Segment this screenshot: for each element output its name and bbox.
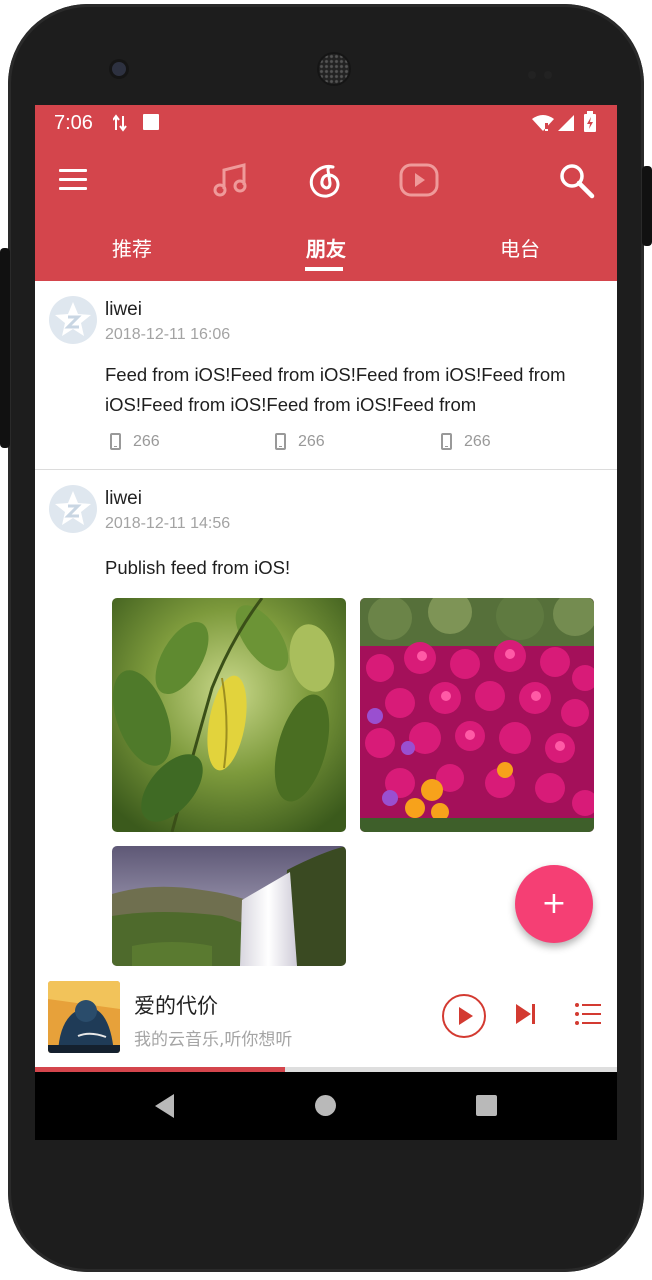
avatar[interactable] [49, 296, 97, 344]
video-play-icon[interactable] [397, 159, 441, 203]
system-nav-bar [35, 1072, 617, 1140]
wifi-icon [532, 115, 554, 131]
cell-signal-icon [558, 115, 574, 131]
music-note-icon[interactable] [210, 159, 254, 203]
album-cover[interactable] [48, 981, 120, 1053]
app-screen: 7:06 推荐 朋友 电台 liwei 2018-12-11 16:06 Fee… [35, 105, 617, 1140]
tab-radio[interactable]: 电台 [423, 229, 617, 281]
tab-label: 朋友 [306, 237, 346, 261]
phone-icon [275, 433, 286, 451]
stat-item[interactable]: 266 [110, 433, 160, 451]
post-text: Feed from iOS!Feed from iOS!Feed from iO… [105, 364, 566, 415]
avatar-star-icon [55, 302, 91, 336]
home-icon[interactable] [315, 1095, 336, 1116]
tab-indicator [305, 267, 343, 271]
power-button [642, 166, 652, 246]
menu-icon[interactable] [59, 169, 89, 199]
proximity-sensor [528, 64, 568, 79]
waterfall-photo[interactable] [112, 846, 346, 966]
avatar-star-icon [55, 491, 91, 525]
stat-count: 266 [298, 433, 325, 450]
notification-icon [143, 114, 159, 130]
tab-bar: 推荐 朋友 电台 [35, 229, 617, 281]
pink-flowers-photo[interactable] [360, 598, 594, 832]
song-title: 爱的代价 [134, 994, 218, 1018]
front-camera [112, 62, 126, 76]
stat-count: 266 [464, 433, 491, 450]
phone-icon [441, 433, 452, 451]
username[interactable]: liwei [105, 488, 142, 510]
tab-label: 推荐 [112, 237, 152, 261]
post-text: Publish feed from iOS! [105, 557, 291, 578]
search-icon[interactable] [557, 161, 597, 201]
fab-label: + [541, 886, 567, 921]
recents-icon[interactable] [476, 1095, 497, 1116]
play-icon [459, 1007, 473, 1025]
status-bar: 7:06 [35, 105, 617, 141]
phone-icon [110, 433, 121, 451]
next-track-icon[interactable] [511, 999, 541, 1029]
post-datetime: 2018-12-11 16:06 [105, 326, 231, 343]
netease-logo-icon[interactable] [303, 159, 347, 203]
status-time: 7:06 [54, 112, 93, 134]
volume-button [0, 248, 10, 448]
feed-item[interactable]: liwei 2018-12-11 16:06 Feed from iOS!Fee… [35, 281, 617, 471]
stat-item[interactable]: 266 [275, 433, 325, 451]
song-subtitle: 我的云音乐,听你想听 [134, 1030, 293, 1050]
leaves-photo[interactable] [112, 598, 346, 832]
back-icon[interactable] [155, 1094, 174, 1118]
avatar[interactable] [49, 485, 97, 533]
battery-icon [584, 111, 596, 132]
play-button[interactable] [442, 994, 486, 1038]
tab-friends[interactable]: 朋友 [229, 229, 423, 281]
tab-recommend[interactable]: 推荐 [35, 229, 229, 281]
data-transfer-icon [113, 114, 127, 132]
stat-count: 266 [133, 433, 160, 450]
playlist-icon[interactable] [573, 999, 603, 1029]
username[interactable]: liwei [105, 299, 142, 321]
mini-player[interactable]: 爱的代价 我的云音乐,听你想听 [35, 967, 617, 1072]
add-post-button[interactable]: + [515, 865, 593, 943]
post-datetime: 2018-12-11 14:56 [105, 515, 231, 532]
stat-item[interactable]: 266 [441, 433, 491, 451]
app-bar: 推荐 朋友 电台 [35, 141, 617, 281]
tab-label: 电台 [500, 237, 540, 261]
earpiece-speaker [319, 54, 349, 84]
